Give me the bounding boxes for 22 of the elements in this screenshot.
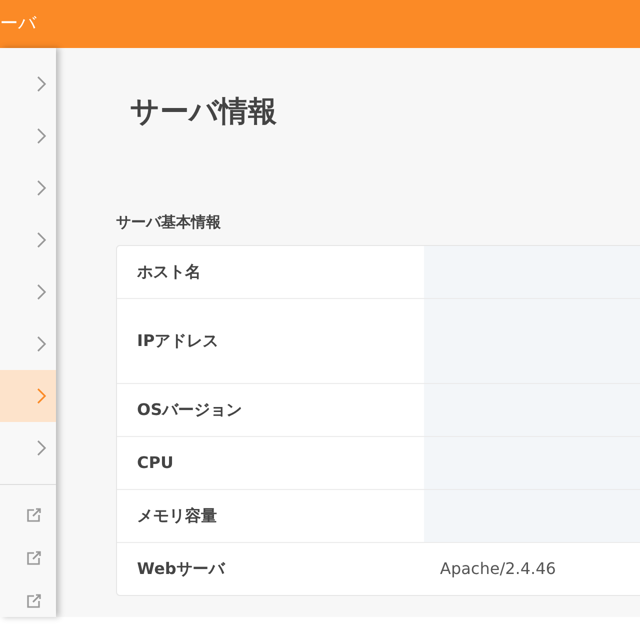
row-label: Webサーバ xyxy=(136,558,226,580)
row-label: OSバージョン xyxy=(136,399,244,422)
row-label: メモリ容量 xyxy=(136,505,218,528)
row-label: CPU xyxy=(136,452,174,474)
sidebar-item[interactable] xyxy=(0,370,56,422)
chevron-right-icon xyxy=(37,388,46,404)
row-label: ホスト名 xyxy=(136,261,202,284)
chevron-right-icon xyxy=(37,336,46,352)
app-title: ーバ xyxy=(0,13,36,34)
external-link-icon xyxy=(26,550,42,566)
external-link-icon xyxy=(26,592,42,608)
chevron-right-icon xyxy=(37,180,46,196)
row-label: IPアドレス xyxy=(136,330,220,352)
chevron-right-icon xyxy=(37,284,46,300)
section-title: サーバ基本情報 xyxy=(116,212,222,233)
row-value: Apache/2.4.46 xyxy=(440,558,556,580)
chevron-right-icon xyxy=(37,440,46,456)
chevron-right-icon xyxy=(37,128,46,144)
page-title: サーバ情報 xyxy=(130,94,278,129)
external-link-icon xyxy=(26,506,42,522)
chevron-right-icon xyxy=(37,76,46,92)
chevron-right-icon xyxy=(37,232,46,248)
